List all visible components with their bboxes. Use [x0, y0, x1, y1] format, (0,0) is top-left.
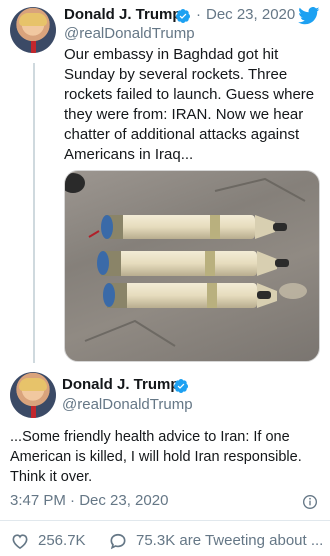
display-name[interactable]: Donald J. Trump — [62, 376, 180, 393]
twitter-bird-icon — [298, 7, 320, 25]
separator-dot: · — [196, 6, 201, 23]
tweet-text: Our embassy in Baghdad got hit Sunday by… — [64, 46, 315, 163]
heart-icon[interactable] — [10, 531, 30, 551]
tweet-text: ...Some friendly health advice to Iran: … — [10, 429, 302, 485]
user-handle[interactable]: @realDonaldTrump — [62, 396, 193, 413]
user-handle[interactable]: @realDonaldTrump — [64, 25, 195, 42]
tweet-date[interactable]: Dec 23, 2020 — [206, 6, 295, 23]
avatar[interactable] — [10, 372, 56, 418]
display-name[interactable]: Donald J. Trump — [64, 6, 182, 23]
rockets-image — [65, 173, 307, 347]
avatar[interactable] — [10, 7, 56, 53]
likes-count[interactable]: 256.7K — [38, 532, 86, 549]
tweeting-about-count[interactable]: 75.3K are Tweeting about ... — [136, 532, 323, 549]
speech-bubble-icon[interactable] — [108, 531, 128, 551]
thread-line — [33, 63, 35, 363]
tweet-timestamp[interactable]: 3:47 PM · Dec 23, 2020 — [10, 492, 168, 509]
divider — [0, 520, 330, 521]
attached-photo[interactable] — [64, 170, 320, 362]
verified-badge-icon — [176, 9, 191, 23]
info-icon[interactable] — [302, 494, 318, 510]
verified-badge-icon — [174, 379, 189, 393]
